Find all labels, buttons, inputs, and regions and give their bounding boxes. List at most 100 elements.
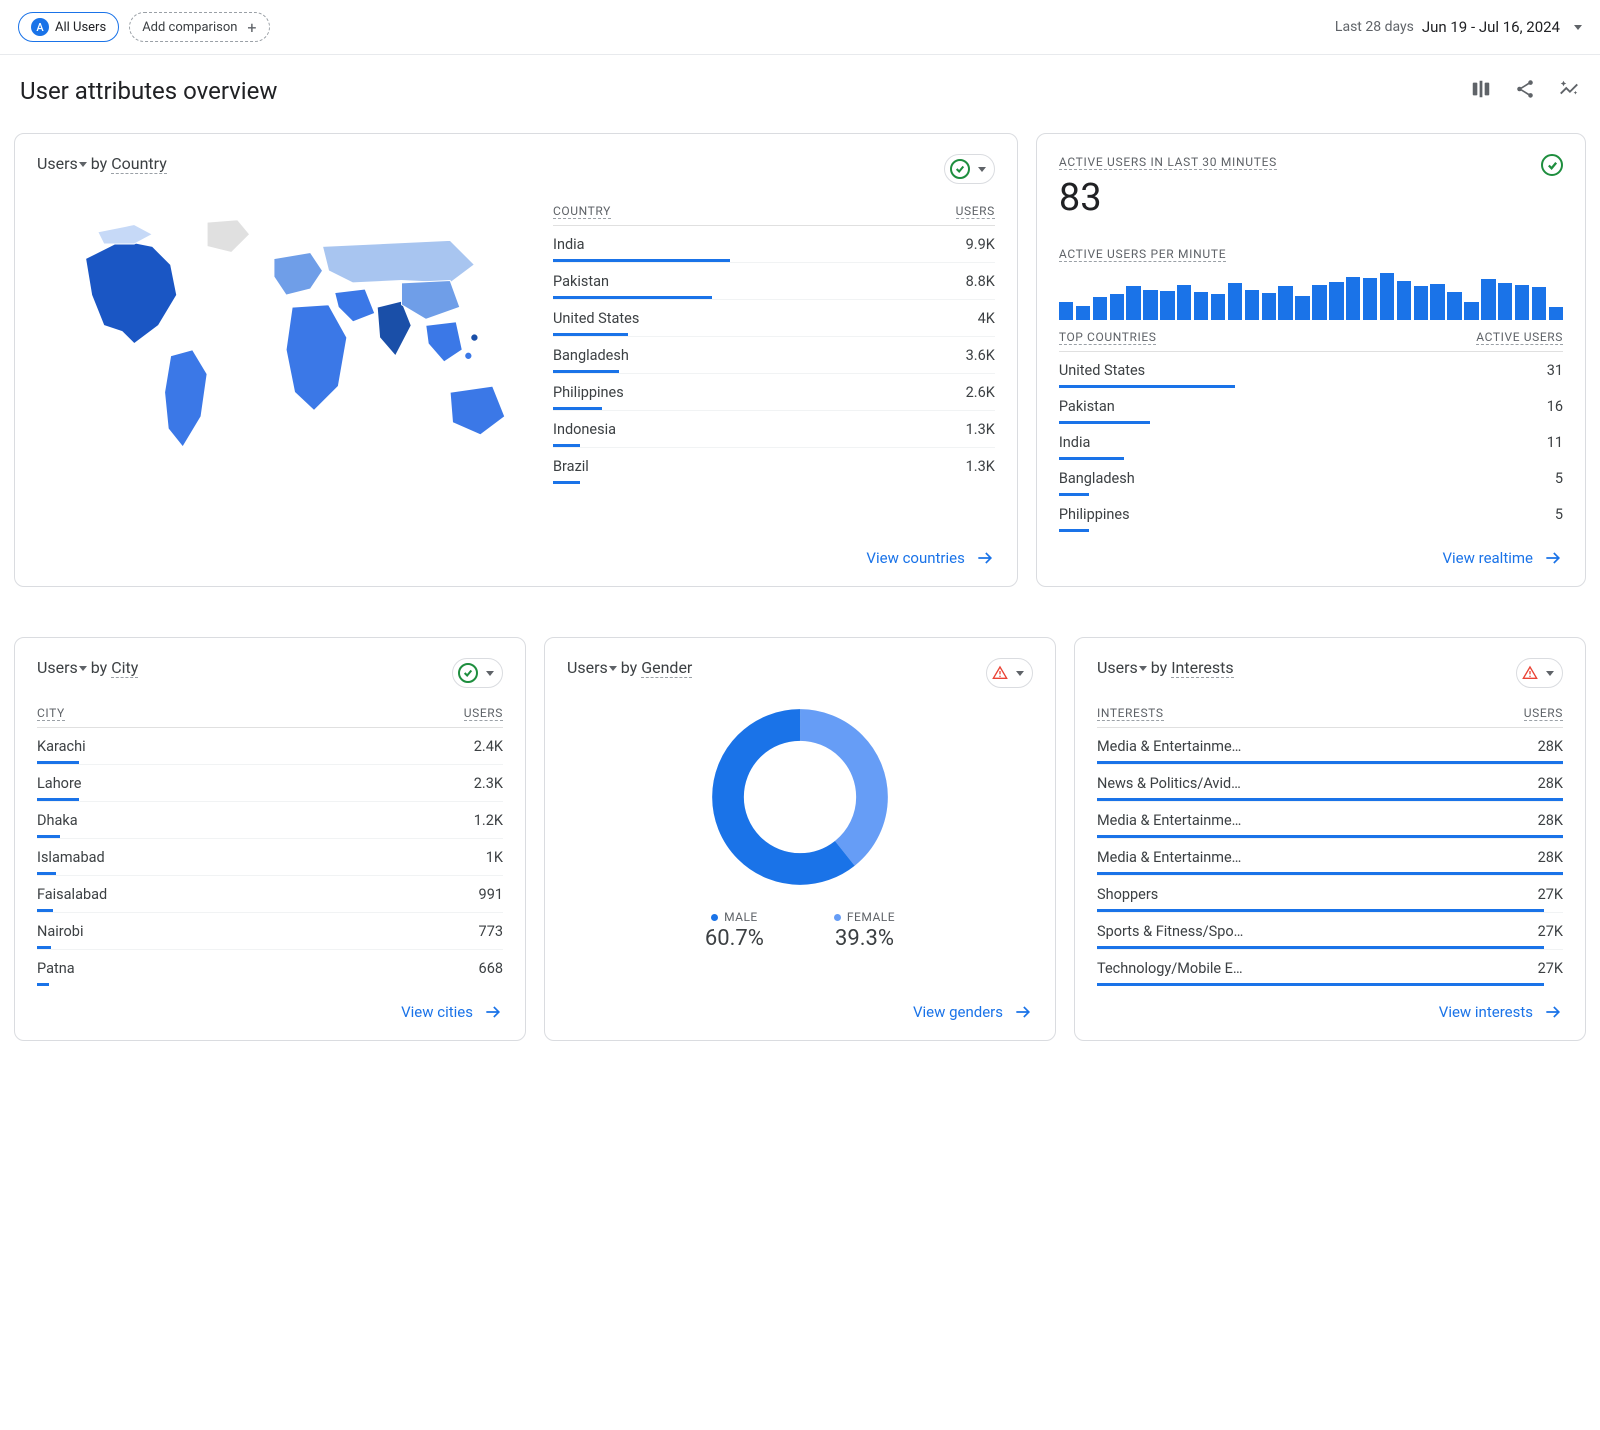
table-row[interactable]: Media & Entertainme…28K <box>1097 728 1563 765</box>
rt-top-countries-table: TOP COUNTRIES ACTIVE USERS United States… <box>1059 330 1563 532</box>
row-name: Media & Entertainme… <box>1097 849 1241 866</box>
world-map[interactable] <box>37 204 523 484</box>
row-value: 1.3K <box>966 421 995 438</box>
table-row[interactable]: Pakistan16 <box>1059 388 1563 424</box>
table-row[interactable]: India9.9K <box>553 226 995 263</box>
minute-bar <box>1110 294 1124 320</box>
card-title[interactable]: Users by City <box>37 658 138 677</box>
table-row[interactable]: Pakistan 8.8K <box>553 263 995 300</box>
row-value: 1.3K <box>966 458 995 475</box>
date-range-picker[interactable]: Last 28 days Jun 19 - Jul 16, 2024 <box>1335 18 1582 36</box>
arrow-right-icon <box>1543 548 1563 568</box>
interests-table: INTERESTS USERS Media & Entertainme…28KN… <box>1097 706 1563 986</box>
table-row[interactable]: Brazil1.3K <box>553 448 995 484</box>
row-name: News & Politics/Avid… <box>1097 775 1241 792</box>
row-bar <box>1097 909 1544 912</box>
table-row[interactable]: News & Politics/Avid…28K <box>1097 765 1563 802</box>
row-name: Patna <box>37 960 75 977</box>
col-header-dim: INTERESTS <box>1097 706 1164 721</box>
caret-down-icon <box>609 666 617 671</box>
table-row[interactable]: Sports & Fitness/Spo…27K <box>1097 913 1563 950</box>
table-row[interactable]: United States4K <box>553 300 995 337</box>
segment-all-users[interactable]: A All Users <box>18 12 119 42</box>
table-row[interactable]: Patna668 <box>37 950 503 986</box>
minute-bar <box>1329 282 1343 320</box>
link-label: View countries <box>866 549 964 567</box>
minute-bar <box>1447 292 1461 320</box>
card-users-by-interests: Users by Interests INTERESTS USERS Media… <box>1074 637 1586 1041</box>
card-title[interactable]: Users by Country <box>37 154 167 173</box>
minute-bar <box>1177 285 1191 320</box>
date-range-label: Last 28 days <box>1335 19 1414 35</box>
row-name: India <box>553 236 585 253</box>
dimension-name: City <box>111 658 138 678</box>
view-cities-link[interactable]: View cities <box>37 986 503 1022</box>
row-name: Nairobi <box>37 923 83 940</box>
minute-bar <box>1295 296 1309 320</box>
share-icon[interactable] <box>1514 78 1536 104</box>
row-bar <box>1097 946 1544 949</box>
view-realtime-link[interactable]: View realtime <box>1059 532 1563 568</box>
view-genders-link[interactable]: View genders <box>567 986 1033 1022</box>
row-bar <box>37 909 53 912</box>
row-name: Dhaka <box>37 812 78 829</box>
insights-icon[interactable] <box>1558 78 1580 104</box>
minute-bar <box>1228 283 1242 320</box>
row-value: 11 <box>1547 434 1563 451</box>
table-row[interactable]: Lahore2.3K <box>37 765 503 802</box>
quality-warning-pill[interactable] <box>1516 658 1563 688</box>
table-row[interactable]: Bangladesh3.6K <box>553 337 995 374</box>
row-value: 1.2K <box>474 812 503 829</box>
row-bar <box>553 444 580 447</box>
table-row[interactable]: Indonesia1.3K <box>553 411 995 448</box>
table-row[interactable]: Media & Entertainme…28K <box>1097 839 1563 876</box>
add-comparison-label: Add comparison <box>142 20 237 35</box>
rt-label-per-minute: ACTIVE USERS PER MINUTE <box>1059 247 1226 262</box>
card-title[interactable]: Users by Gender <box>567 658 692 677</box>
table-row[interactable]: Nairobi773 <box>37 913 503 950</box>
table-row[interactable]: Bangladesh5 <box>1059 460 1563 496</box>
link-label: View cities <box>401 1003 473 1021</box>
check-circle-icon[interactable] <box>1541 154 1563 176</box>
row-name: Karachi <box>37 738 86 755</box>
row-name: Philippines <box>1059 506 1130 523</box>
card-title[interactable]: Users by Interests <box>1097 658 1234 677</box>
metric-name: Users <box>1097 658 1138 677</box>
row-bar <box>553 296 712 299</box>
caret-down-icon <box>79 666 87 671</box>
city-table: CITY USERS Karachi2.4KLahore2.3KDhaka1.2… <box>37 706 503 986</box>
segment-badge: A <box>31 18 49 36</box>
minute-bar <box>1143 290 1157 320</box>
gender-donut-chart <box>705 702 895 892</box>
table-row[interactable]: Karachi2.4K <box>37 728 503 765</box>
table-row[interactable]: Faisalabad991 <box>37 876 503 913</box>
row-value: 8.8K <box>966 273 995 290</box>
table-row[interactable]: Islamabad1K <box>37 839 503 876</box>
table-row[interactable]: India11 <box>1059 424 1563 460</box>
quality-status-pill[interactable] <box>452 658 503 688</box>
quality-warning-pill[interactable] <box>986 658 1033 688</box>
row-value: 2.6K <box>966 384 995 401</box>
table-row[interactable]: Technology/Mobile E…27K <box>1097 950 1563 986</box>
quality-status-pill[interactable] <box>944 154 995 184</box>
minute-bar <box>1245 290 1259 320</box>
warning-icon <box>1522 665 1538 681</box>
col-header-metric: USERS <box>956 204 995 219</box>
customize-icon[interactable] <box>1470 78 1492 104</box>
minute-bar <box>1498 283 1512 320</box>
table-row[interactable]: Dhaka 1.2K <box>37 802 503 839</box>
table-row[interactable]: Shoppers27K <box>1097 876 1563 913</box>
chevron-down-icon <box>1574 25 1582 30</box>
view-interests-link[interactable]: View interests <box>1097 986 1563 1022</box>
table-row[interactable]: Philippines5 <box>1059 496 1563 532</box>
minute-bar <box>1397 281 1411 320</box>
table-row[interactable]: Media & Entertainme…28K <box>1097 802 1563 839</box>
row-name: Pakistan <box>553 273 609 290</box>
add-comparison-button[interactable]: Add comparison + <box>129 12 269 42</box>
view-countries-link[interactable]: View countries <box>37 532 995 568</box>
row-bar <box>1097 798 1563 801</box>
minute-bar <box>1126 286 1140 320</box>
table-row[interactable]: Philippines2.6K <box>553 374 995 411</box>
rt-label-30min: ACTIVE USERS IN LAST 30 MINUTES <box>1059 155 1277 170</box>
table-row[interactable]: United States31 <box>1059 352 1563 388</box>
